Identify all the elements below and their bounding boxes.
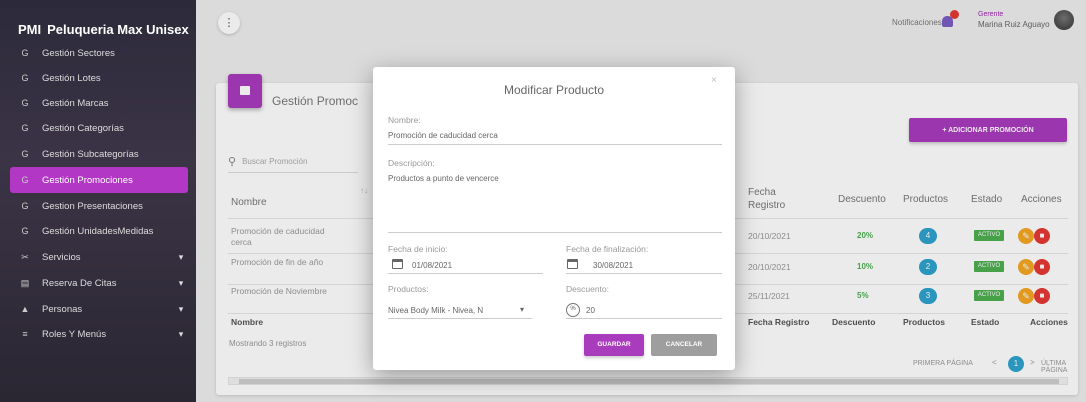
chevron-down-icon: ▾ [178,251,184,262]
save-button[interactable]: GUARDAR [584,334,644,356]
nombre-label: Nombre: [388,115,421,125]
sidebar-item-label: Gestión Lotes [42,72,101,84]
descuento-label: Descuento: [566,284,609,294]
close-icon[interactable]: × [711,75,717,86]
productos-underline [388,318,532,319]
sidebar-item[interactable]: G Gestión Sectores [10,40,188,66]
brand[interactable]: PMI Peluqueria Max Unisex [0,0,196,37]
fecha-inicio-underline [388,273,543,274]
sidebar-item[interactable]: ✂ Servicios ▾ [10,244,188,270]
chevron-down-icon: ▾ [178,328,184,339]
nav-item-icon: G [21,149,29,159]
sidebar-item-label: Gestión Subcategorías [42,148,139,160]
modify-product-dialog: Modificar Producto × [373,67,735,370]
fecha-inicio-field[interactable]: 01/08/2021 [412,261,452,270]
descripcion-underline [388,232,722,233]
nav-item-icon: G [21,98,29,108]
productos-label: Productos: [388,284,429,294]
nav-item-icon: G [21,123,29,133]
sidebar-item[interactable]: G Gestión Categorías [10,115,188,141]
cancel-button[interactable]: CANCELAR [651,334,717,356]
chevron-down-icon[interactable]: ▾ [520,305,524,314]
dialog-title: Modificar Producto [503,83,605,97]
fecha-fin-label: Fecha de finalización: [566,244,649,254]
percent-icon: % [566,303,580,317]
productos-select[interactable]: Nivea Body Milk - Nivea, N [388,306,483,315]
nav-item-icon: G [21,226,29,236]
sidebar-item-label: Roles Y Menús [42,328,107,340]
sidebar-item[interactable]: G Gestión Subcategorías [10,141,188,167]
descripcion-label: Descripción: [388,158,435,168]
nav-item-icon: ✂ [21,251,29,262]
descripcion-field[interactable]: Productos a punto de vencerce [388,174,499,183]
nav-item-icon: G [21,175,29,185]
brand-name: Peluqueria Max Unisex [47,22,189,37]
sidebar-item[interactable]: ▲ Personas ▾ [10,296,188,322]
fecha-fin-field[interactable]: 30/08/2021 [593,261,633,270]
calendar-icon[interactable] [567,259,578,269]
sidebar-item[interactable]: G Gestión Marcas [10,90,188,116]
sidebar-item-label: Servicios [42,251,81,263]
sidebar-item-label: Gestión Categorías [42,122,124,134]
sidebar-item[interactable]: G Gestión Promociones [10,167,188,193]
fecha-fin-underline [566,273,722,274]
descuento-underline [566,318,722,319]
sidebar-item-label: Gestión Marcas [42,97,109,109]
sidebar-item-label: Gestion Presentaciones [42,200,143,212]
sidebar-item[interactable]: G Gestión Lotes [10,65,188,91]
sidebar-item-label: Reserva De Citas [42,277,117,289]
nombre-field[interactable]: Promoción de caducidad cerca [388,131,498,140]
nav-item-icon: G [21,201,29,211]
nav-item-icon: ▲ [20,304,30,314]
nav-item-icon: G [21,48,29,58]
sidebar-item[interactable]: G Gestion Presentaciones [10,193,188,219]
fecha-inicio-label: Fecha de inicio: [388,244,448,254]
brand-mini: PMI [18,22,42,37]
chevron-down-icon: ▾ [178,303,184,314]
calendar-icon[interactable] [392,259,403,269]
sidebar-item-label: Gestión UnidadesMedidas [42,225,154,237]
descuento-field[interactable]: 20 [586,306,595,315]
nav-item-icon: G [21,73,29,83]
sidebar-item-label: Personas [42,303,83,315]
nav-item-icon: ≡ [22,329,28,339]
nav-item-icon: ▤ [20,277,30,288]
nombre-underline [388,144,722,145]
chevron-down-icon: ▾ [178,277,184,288]
sidebar-item-label: Gestión Sectores [42,47,115,59]
sidebar-item[interactable]: ▤ Reserva De Citas ▾ [10,270,188,296]
sidebar-item[interactable]: G Gestión UnidadesMedidas [10,218,188,244]
sidebar-item-label: Gestión Promociones [42,174,133,186]
sidebar-item[interactable]: ≡ Roles Y Menús ▾ [10,321,188,347]
